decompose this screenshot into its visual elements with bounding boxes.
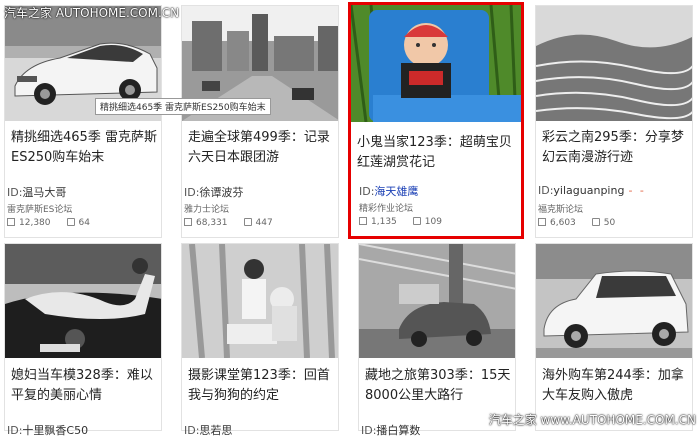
post-title[interactable]: 彩云之南295季：分享梦幻云南漫游行迹 <box>542 128 688 168</box>
author-id-label: ID: <box>184 186 200 199</box>
view-count: 6,603 <box>550 218 576 228</box>
forum-name[interactable]: 雷克萨斯ES论坛 <box>7 202 72 215</box>
view-count: 68,331 <box>196 218 228 228</box>
post-card-yunnan[interactable]: 彩云之南295季：分享梦幻云南漫游行迹 ID:yilaguanping - - 福… <box>535 5 693 238</box>
post-card-canada[interactable]: 海外购车第244季：加拿大车友购入傲虎 <box>535 243 693 431</box>
post-card-japan-tour[interactable]: 走遍全球第499季：记录六天日本跟团游 ID:徐谭波芬 雅力士论坛 68,331… <box>181 5 339 238</box>
author-name[interactable]: 温马大哥 <box>22 186 66 199</box>
forum-name[interactable]: 福克斯论坛 <box>538 202 583 215</box>
post-photo-white-suv[interactable] <box>536 244 692 358</box>
comment-icon <box>412 217 421 225</box>
post-card-lexus[interactable]: 精挑细选465季 雷克萨斯ES250购车始末 ID:温马大哥 雷克萨斯ES论坛 … <box>4 5 162 238</box>
post-photo-terraced-fields[interactable] <box>536 6 692 121</box>
post-card-car-model[interactable]: 媳妇当车模328季：难以平复的美丽心情 ID:十里飘香C50 <box>4 243 162 437</box>
post-title[interactable]: 媳妇当车模328季：难以平复的美丽心情 <box>11 366 157 406</box>
title-tooltip: 精挑细选465季 雷克萨斯ES250购车始末 <box>95 98 271 115</box>
view-count-icon <box>538 218 546 226</box>
post-card-photography[interactable]: 摄影课堂第123季：回首我与狗狗的约定 ID:思若思 <box>181 243 339 437</box>
view-count: 12,380 <box>19 218 51 228</box>
post-photo-car-prayer-flags[interactable] <box>359 244 515 358</box>
post-title[interactable]: 摄影课堂第123季：回首我与狗狗的约定 <box>188 366 334 406</box>
comment-count: 50 <box>603 218 616 228</box>
author-id-label: ID: <box>359 185 375 198</box>
post-title[interactable]: 海外购车第244季：加拿大车友购入傲虎 <box>542 366 688 406</box>
view-count-icon <box>359 217 367 225</box>
post-card-tibet[interactable]: 藏地之旅第303季：15天8000公里大路行 ID:播白算数 <box>358 243 516 437</box>
author-id-label: ID: <box>7 186 23 199</box>
author-name[interactable]: yilaguanping <box>553 184 624 197</box>
post-card-baby-selected[interactable]: 小鬼当家123季：超萌宝贝红莲湖赏花记 ID:海天雄鹰 精彩作业论坛 1,135… <box>348 2 524 239</box>
post-title[interactable]: 藏地之旅第303季：15天8000公里大路行 <box>365 366 511 406</box>
post-photo-model-on-car[interactable] <box>5 244 161 358</box>
author-badge: - - <box>628 184 646 197</box>
post-title[interactable]: 小鬼当家123季：超萌宝贝红莲湖赏花记 <box>357 133 517 173</box>
view-count-icon <box>184 218 192 226</box>
forum-name[interactable]: 雅力士论坛 <box>184 202 229 215</box>
comment-count: 109 <box>424 217 442 227</box>
view-count: 1,135 <box>371 217 397 227</box>
author-name[interactable]: 徐谭波芬 <box>199 186 243 199</box>
post-photo-baby-stroller[interactable] <box>351 5 521 122</box>
post-title[interactable]: 精挑细选465季 雷克萨斯ES250购车始末 <box>11 128 157 168</box>
watermark-bottom-right: 汽车之家 www.AUTOHOME.COM.CN <box>488 413 696 427</box>
post-photo-girl-and-dog[interactable] <box>182 244 338 358</box>
author-id-label: ID: <box>538 184 554 197</box>
comment-icon <box>243 218 252 226</box>
watermark-top-left: 汽车之家 AUTOHOME.COM.CN <box>4 6 180 20</box>
author-name[interactable]: 海天雄鹰 <box>374 185 418 198</box>
forum-name[interactable]: 精彩作业论坛 <box>359 201 413 214</box>
post-title[interactable]: 走遍全球第499季：记录六天日本跟团游 <box>188 128 334 168</box>
comment-count: 64 <box>78 218 90 228</box>
comment-icon <box>66 218 75 226</box>
view-count-icon <box>7 218 15 226</box>
comment-icon <box>591 218 600 226</box>
comment-count: 447 <box>255 218 273 228</box>
